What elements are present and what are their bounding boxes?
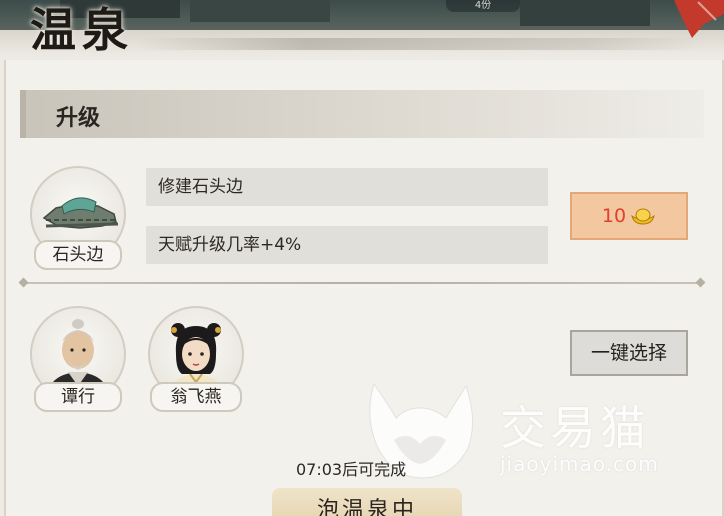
upgrade-cost-button[interactable]: 10: [570, 192, 688, 240]
item-action-row: 修建石头边: [146, 168, 548, 206]
hot-spring-screen: 4份 温泉 升级 石头边 修建石头边 天赋升级几率+4% 10 谭行 翁飞燕 一…: [0, 0, 724, 516]
header-brush-stroke: [140, 38, 700, 50]
close-ribbon-icon[interactable]: [668, 0, 724, 40]
top-time-tag: 4份: [446, 0, 520, 12]
item-name-tag: 石头边: [34, 240, 122, 270]
section-divider: [24, 282, 700, 284]
roof-shape: [520, 0, 650, 26]
one-click-select-button[interactable]: 一键选择: [570, 330, 688, 376]
character-name-tag: 谭行: [34, 382, 122, 412]
page-title: 温泉: [30, 3, 134, 57]
roof-shape: [190, 0, 330, 22]
section-banner: [20, 90, 704, 138]
item-effect-row: 天赋升级几率+4%: [146, 226, 548, 264]
timer-text: 07:03后可完成: [296, 460, 407, 479]
section-title: 升级: [56, 105, 101, 131]
watermark-url: jiaoyimao.com: [500, 452, 659, 476]
cost-amount: 10: [601, 205, 627, 227]
gold-ingot-icon: [631, 208, 655, 225]
bathing-status-button[interactable]: 泡温泉中: [272, 488, 462, 516]
character-name-tag: 翁飞燕: [150, 382, 242, 412]
watermark-brand: 交易猫: [500, 401, 650, 455]
